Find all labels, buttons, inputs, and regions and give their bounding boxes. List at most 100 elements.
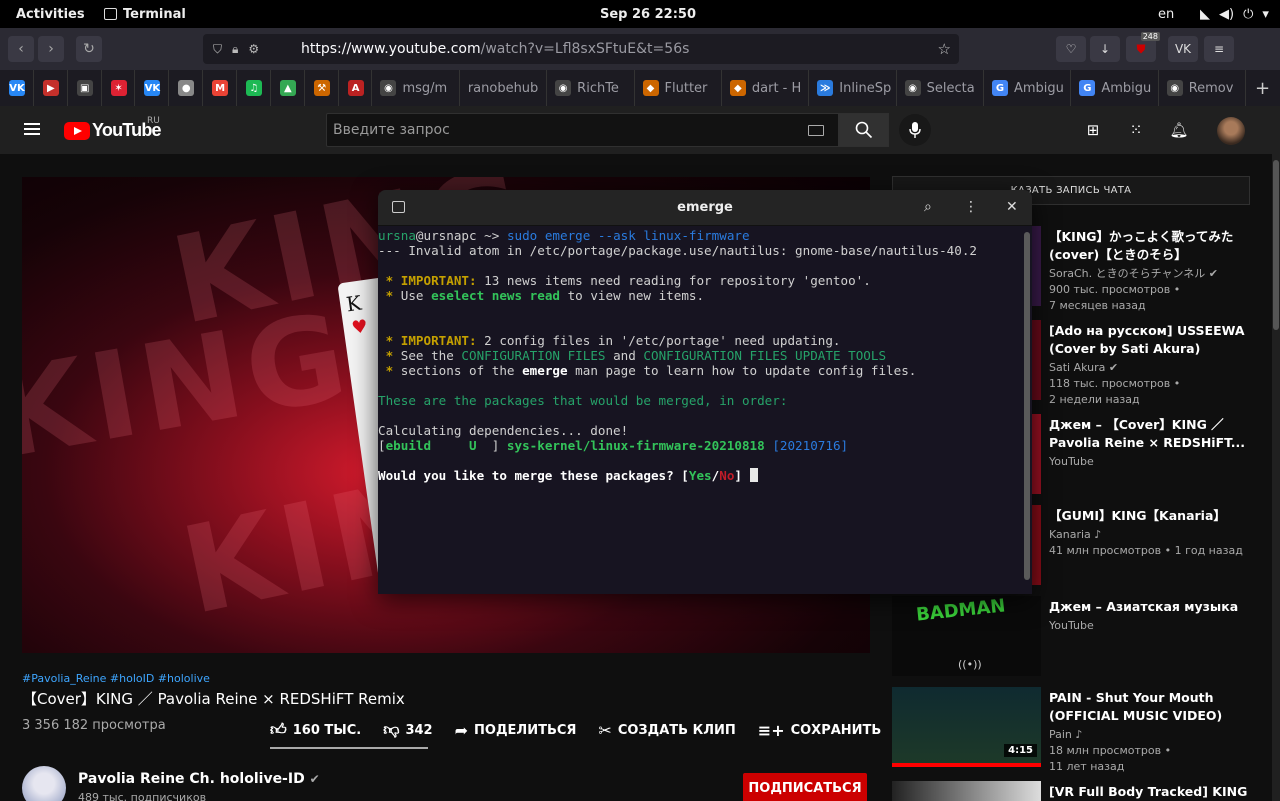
browser-tab[interactable]: ◉ msg/m [372,70,460,106]
page-scrollbar[interactable] [1272,154,1280,801]
app-menu-label: Terminal [123,6,186,22]
kebab-menu-icon[interactable]: ⋮ [964,199,978,215]
keyboard-layout[interactable]: en [1158,7,1174,22]
terminal-titlebar[interactable]: emerge ⌕ ⋮ ✕ [378,190,1032,226]
recommendation-item[interactable]: BADMAN ((•)) Джем – Азиатская музыка You… [892,596,1252,676]
tab-label: msg/m [402,80,448,96]
create-video-icon[interactable]: ⊞ [1083,120,1103,140]
video-title: 【Cover】KING ／ Pavolia Reine × REDSHiFT R… [22,690,405,708]
browser-tab[interactable]: ▶ [34,70,68,106]
browser-tab[interactable]: G Ambigu [984,70,1072,106]
recommendation-item[interactable]: [VR Full Body Tracked] KING ／ [892,781,1252,801]
merge-question: Would you like to merge these packages? [378,468,682,483]
emerge-keyword: emerge [522,363,568,378]
terminal-window[interactable]: emerge ⌕ ⋮ ✕ ursna@ursnapc ~> sudo emerg… [378,190,1032,594]
search-icon[interactable]: ⌕ [924,199,932,215]
shield-icon[interactable]: ⛉ [213,42,222,57]
voice-search-button[interactable] [899,114,931,146]
terminal-output[interactable]: ursna@ursnapc ~> sudo emerge --ask linux… [378,228,1022,594]
permissions-icon[interactable]: ⚙ [248,42,259,56]
terminal-scrollbar-thumb[interactable] [1024,232,1030,580]
tab-favicon-icon: G [991,80,1008,96]
browser-tab[interactable]: M [203,70,238,106]
terminal-scrollbar[interactable] [1022,228,1032,594]
browser-tab[interactable]: G Ambigu [1071,70,1159,106]
lock-icon[interactable]: 🔒︎ [232,42,238,57]
browser-tab[interactable]: ◉ Remov [1159,70,1247,106]
terminal-line: ursna@ursnapc ~> sudo emerge --ask linux… [378,228,1022,243]
browser-tab[interactable]: ◆ Flutter [635,70,722,106]
star-marker: * [378,273,401,288]
dislike-count: 342 [405,722,433,738]
menu-button[interactable]: ≡ [1204,36,1234,62]
tab-favicon-icon: ▶ [42,80,59,96]
vk-extension-button[interactable]: VK [1168,36,1198,62]
browser-tab[interactable]: ≫ InlineSp [809,70,897,106]
video-hashtags[interactable]: #Pavolia_Reine #holoID #hololive [22,672,210,685]
activities-button[interactable]: Activities [16,7,85,22]
browser-tab[interactable]: ◆ dart - H [722,70,810,106]
clip-button[interactable]: ✂ СОЗДАТЬ КЛИП [598,721,735,740]
save-button[interactable]: ≡+ СОХРАНИТЬ [758,721,882,740]
config-text: 2 config files in '/etc/portage' need up… [476,333,841,348]
like-button[interactable]: 👍︎ 160 ТЫС. [270,720,361,740]
share-icon: ➦ [454,720,469,740]
apps-grid-icon[interactable]: ⁙ [1126,120,1146,140]
reload-button[interactable]: ↻ [76,36,102,62]
bookmark-star-icon[interactable]: ☆ [938,40,951,58]
account-avatar[interactable] [1217,117,1245,145]
app-menu[interactable]: Terminal [104,7,186,22]
tab-favicon-icon: VK [9,80,25,96]
browser-tab[interactable]: ⚒ [305,70,339,106]
tab-favicon-icon: ● [178,80,195,96]
forward-button[interactable]: › [38,36,64,62]
new-tab-button[interactable]: + [1246,70,1280,106]
ublock-icon: ⛊ [1136,41,1146,56]
url-bar[interactable]: ⛉ 🔒︎ ⚙ https://www.youtube.com/watch?v=L… [203,34,959,64]
share-label: ПОДЕЛИТЬСЯ [474,722,577,738]
close-icon[interactable]: ✕ [1006,199,1018,215]
command-text: sudo emerge --ask linux-firmware [506,228,750,243]
browser-tab[interactable]: VK [0,70,34,106]
verified-icon: ✔ [309,772,320,786]
youtube-header: YouTube RU Введите запрос ⊞ ⁙ 🔔︎ [0,106,1280,154]
url-text[interactable]: https://www.youtube.com/watch?v=Lfl8sxSF… [301,41,689,57]
channel-avatar[interactable] [22,766,66,801]
browser-tab[interactable]: ▣ [68,70,102,106]
page-scrollbar-thumb[interactable] [1273,160,1279,330]
recommendation-item[interactable]: 4:15 PAIN - Shut Your Mouth (OFFICIAL MU… [892,687,1252,773]
back-button[interactable]: ‹ [8,36,34,62]
system-tray[interactable]: ◣ ◀) ⏻ ▾ [1200,7,1269,22]
browser-tab[interactable]: ◉ RichTe [547,70,635,106]
share-button[interactable]: ➦ ПОДЕЛИТЬСЯ [455,721,577,740]
browser-tab[interactable]: VK [135,70,170,106]
downloads-button[interactable]: ↓ [1090,36,1120,62]
channel-name[interactable]: Pavolia Reine Ch. hololive-ID ✔ [78,771,320,787]
url-host: https://www.youtube.com [301,41,481,57]
browser-tab[interactable]: ◉ Selecta [897,70,984,106]
browser-tab[interactable]: ▲ [271,70,305,106]
subscribe-button[interactable]: ПОДПИСАТЬСЯ [743,773,867,801]
notifications-bell-icon[interactable]: 🔔︎ [1169,120,1189,140]
keyboard-icon[interactable] [808,125,824,136]
browser-tab[interactable]: ♫ [237,70,271,106]
browser-tab[interactable]: A [339,70,373,106]
manpage-text: man page to learn how to update config f… [567,363,917,378]
guide-menu-icon[interactable] [24,123,40,135]
terminal-line: Would you like to merge these packages? … [378,468,1022,483]
browser-tab[interactable]: ● [169,70,204,106]
tab-favicon-icon: ◉ [380,80,397,96]
terminal-line: * IMPORTANT: 13 news items need reading … [378,273,1022,288]
clock[interactable]: Sep 26 22:50 [600,7,696,22]
chevron-down-icon: ▾ [1262,6,1269,22]
browser-tab[interactable]: ✶ [102,70,136,106]
dislike-button[interactable]: 👎︎ 342 [383,720,432,740]
browser-tab[interactable]: ranobehub [460,70,548,106]
pocket-button[interactable]: ♡ [1056,36,1086,62]
search-button[interactable] [839,113,889,147]
search-input[interactable]: Введите запрос [326,113,839,147]
thumbnail-art-text: BADMAN [915,596,1007,626]
ublock-button[interactable]: ⛊ 248 [1126,32,1160,62]
